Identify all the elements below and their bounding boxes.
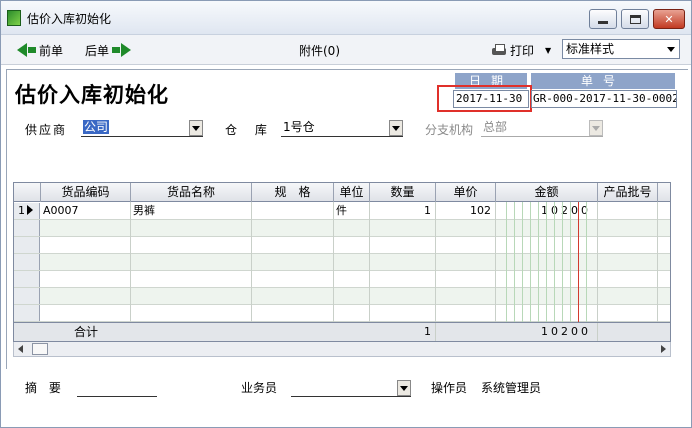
cell-batch[interactable]	[598, 203, 658, 219]
printer-icon	[491, 43, 507, 57]
title-bar: 估价入库初始化 ✕	[1, 1, 691, 35]
page-title: 估价入库初始化	[15, 83, 169, 107]
chevron-down-icon[interactable]	[397, 380, 411, 396]
chevron-down-icon[interactable]	[389, 120, 403, 136]
col-header-name[interactable]: 货品名称	[131, 183, 252, 202]
maximize-icon	[629, 14, 641, 24]
maximize-button[interactable]	[621, 9, 649, 29]
branch-label: 分支机构	[425, 123, 474, 137]
warehouse-value: 1号仓	[283, 120, 315, 134]
total-qty: 1	[370, 323, 436, 341]
grid-header: 货品编码 货品名称 规 格 单位 数量 单价 金额 产品批号	[14, 183, 670, 202]
minimize-icon	[598, 20, 608, 24]
window-title: 估价入库初始化	[27, 12, 112, 26]
cell-code[interactable]: A0007	[41, 203, 131, 219]
cell-unit[interactable]: 件	[334, 203, 370, 219]
scroll-left-icon[interactable]	[18, 345, 23, 353]
total-label: 合计	[73, 325, 98, 339]
close-button[interactable]: ✕	[653, 9, 685, 29]
next-button[interactable]: 后单	[85, 41, 132, 59]
operator-value: 系统管理员	[481, 381, 542, 395]
row-pointer-icon	[27, 205, 33, 215]
col-header-amount[interactable]: 金额	[496, 183, 598, 202]
operator-label: 操作员	[431, 381, 468, 395]
prev-button[interactable]: 前单	[17, 41, 63, 59]
remark-label: 摘 要	[25, 381, 61, 395]
total-row: 合计 1 10200	[14, 322, 670, 341]
col-header-price[interactable]: 单价	[436, 183, 496, 202]
warehouse-label: 仓 库	[225, 123, 267, 137]
arrow-left-icon	[17, 43, 27, 57]
amount-digit-lines	[496, 202, 598, 341]
row-indicator: 1	[14, 203, 40, 219]
print-dropdown-icon[interactable]: ▼	[545, 46, 551, 55]
print-style-value: 标准样式	[566, 42, 615, 56]
col-header-unit[interactable]: 单位	[334, 183, 370, 202]
attachment-button[interactable]: 附件(0)	[299, 41, 340, 59]
next-label: 后单	[85, 43, 110, 58]
scroll-thumb[interactable]	[32, 343, 48, 355]
prev-label: 前单	[39, 43, 64, 58]
arrow-right-icon	[121, 43, 132, 57]
toolbar: 前单 后单 附件(0) 打印 ▼ 标准样式	[1, 35, 691, 65]
print-style-select[interactable]: 标准样式	[562, 39, 680, 59]
detail-grid: 货品编码 货品名称 规 格 单位 数量 单价 金额 产品批号 1 A0007 男…	[13, 182, 671, 342]
total-amount: 10200	[496, 323, 598, 341]
cell-spec[interactable]	[252, 203, 334, 219]
warehouse-select[interactable]: 1号仓	[281, 119, 403, 137]
horizontal-scrollbar[interactable]	[13, 342, 671, 357]
print-button[interactable]: 打印 ▼	[491, 41, 551, 59]
doc-number-label: 单号	[531, 73, 675, 89]
cell-price[interactable]: 102	[436, 203, 496, 219]
salesman-label: 业务员	[241, 381, 278, 395]
branch-select: 总部	[481, 119, 603, 137]
salesman-select[interactable]	[291, 379, 411, 397]
doc-number-field[interactable]: GR-000-2017-11-30-0002	[531, 90, 677, 108]
print-label: 打印	[510, 43, 535, 58]
col-header-qty[interactable]: 数量	[370, 183, 436, 202]
col-header-batch[interactable]: 产品批号	[598, 183, 658, 202]
highlight-box	[437, 85, 532, 112]
branch-value: 总部	[483, 120, 508, 134]
supplier-value: 公司	[83, 120, 110, 134]
remark-input[interactable]	[77, 379, 157, 397]
app-window: 估价入库初始化 ✕ 前单 后单 附件(0) 打印 ▼ 标准样式 估价入库初始化 …	[0, 0, 692, 428]
chevron-down-icon[interactable]	[663, 40, 679, 58]
col-header-code[interactable]: 货品编码	[41, 183, 131, 202]
attachment-label: 附件(0)	[299, 43, 340, 58]
supplier-select[interactable]: 公司	[81, 119, 203, 137]
col-header-spec[interactable]: 规 格	[252, 183, 334, 202]
supplier-label: 供应商	[25, 123, 68, 137]
cell-name[interactable]: 男裤	[131, 203, 252, 219]
scroll-right-icon[interactable]	[661, 345, 666, 353]
cell-qty[interactable]: 1	[370, 203, 436, 219]
chevron-down-icon	[589, 120, 603, 136]
close-icon: ✕	[664, 12, 674, 26]
chevron-down-icon[interactable]	[189, 120, 203, 136]
minimize-button[interactable]	[589, 9, 617, 29]
app-icon	[7, 10, 21, 26]
